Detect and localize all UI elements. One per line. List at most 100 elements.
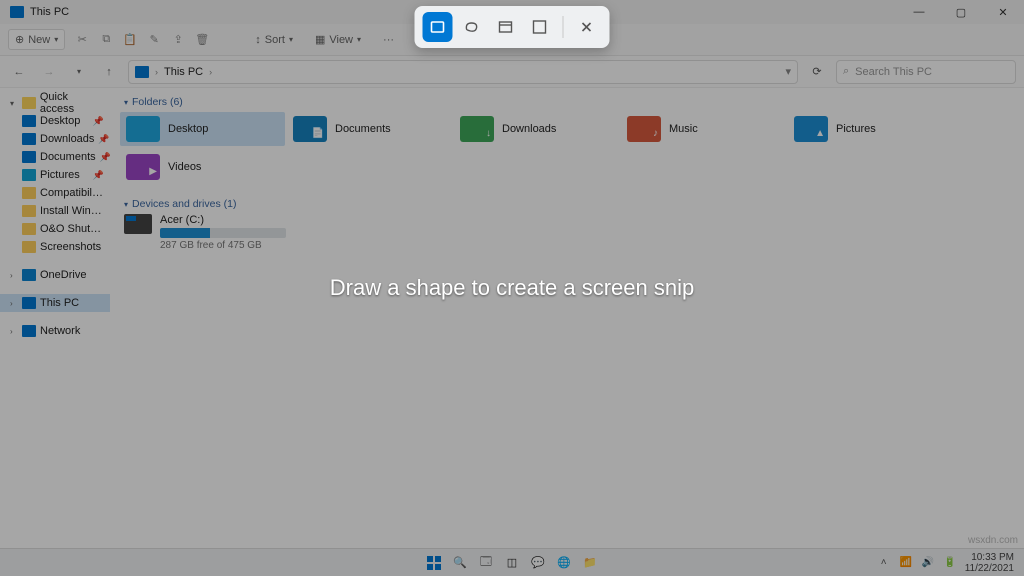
close-button[interactable]: ✕ xyxy=(982,0,1024,24)
volume-icon[interactable]: 🔊 xyxy=(921,556,935,570)
breadcrumb[interactable]: This PC xyxy=(164,66,203,78)
drive-freespace: 287 GB free of 475 GB xyxy=(160,240,286,251)
sidebar-item-documents[interactable]: Documents 📌 xyxy=(0,148,110,166)
videos-folder-icon: ▶ xyxy=(126,154,160,180)
sidebar-item-screenshots[interactable]: Screenshots xyxy=(0,238,110,256)
sidebar-network[interactable]: › Network xyxy=(0,322,110,340)
start-button[interactable] xyxy=(425,554,443,572)
snip-close-button[interactable] xyxy=(572,12,602,42)
widgets-button[interactable]: ◫ xyxy=(503,554,521,572)
documents-icon xyxy=(22,151,36,163)
chat-button[interactable]: 💬 xyxy=(529,554,547,572)
search-icon: ⌕ xyxy=(843,65,849,78)
folder-downloads[interactable]: ↓ Downloads xyxy=(454,112,619,146)
task-view-button[interactable]: 🗔 xyxy=(477,554,495,572)
sidebar-item-desktop[interactable]: Desktop 📌 xyxy=(0,112,110,130)
taskbar: 🔍 🗔 ◫ 💬 🌐 📁 ˄ 📶 🔊 🔋 10:33 PM 11/22/2021 xyxy=(0,548,1024,576)
copy-icon[interactable]: ⧉ xyxy=(99,33,113,47)
sidebar-item-label: O&O Shutup Review xyxy=(40,223,104,235)
chevron-down-icon: ▾ xyxy=(289,35,293,44)
snip-mode-rectangular[interactable] xyxy=(423,12,453,42)
date-label: 11/22/2021 xyxy=(965,563,1014,574)
drive-c[interactable]: Acer (C:) 287 GB free of 475 GB xyxy=(120,214,1014,251)
snip-toolbar xyxy=(415,6,610,48)
pin-icon: 📌 xyxy=(93,170,104,181)
folder-icon xyxy=(22,241,36,253)
folders-section-header[interactable]: ▾ Folders (6) xyxy=(120,94,1014,112)
snip-mode-fullscreen[interactable] xyxy=(525,12,555,42)
view-button[interactable]: ▦ View ▾ xyxy=(309,30,367,49)
clock[interactable]: 10:33 PM 11/22/2021 xyxy=(965,552,1014,574)
sidebar-item-install[interactable]: Install Windows 11 xyxy=(0,202,110,220)
pictures-icon xyxy=(22,169,36,181)
sidebar-item-compat[interactable]: Compatibility Mods xyxy=(0,184,110,202)
content-area: ▾ Folders (6) Desktop 📄 Documents ↓ Down… xyxy=(110,88,1024,556)
time-label: 10:33 PM xyxy=(965,552,1014,563)
desktop-icon xyxy=(22,115,36,127)
plus-icon: ⊕ xyxy=(15,33,24,46)
forward-button[interactable]: → xyxy=(38,61,60,83)
battery-icon[interactable]: 🔋 xyxy=(943,556,957,570)
folder-label: Pictures xyxy=(836,123,876,135)
music-folder-icon: ♪ xyxy=(627,116,661,142)
paste-icon[interactable]: 📋 xyxy=(123,33,137,47)
drive-usage-bar xyxy=(160,228,286,238)
window-title: This PC xyxy=(30,6,69,18)
folder-label: Music xyxy=(669,123,698,135)
address-dropdown[interactable]: ▾ xyxy=(785,65,791,78)
chrome-icon[interactable]: 🌐 xyxy=(555,554,573,572)
sidebar-item-label: Downloads xyxy=(40,133,94,145)
folder-icon xyxy=(22,187,36,199)
drives-section-header[interactable]: ▾ Devices and drives (1) xyxy=(120,196,1014,214)
sidebar-quick-access[interactable]: ▾ Quick access xyxy=(0,94,110,112)
new-button[interactable]: ⊕ New ▾ xyxy=(8,29,65,50)
snip-mode-window[interactable] xyxy=(491,12,521,42)
search-button[interactable]: 🔍 xyxy=(451,554,469,572)
delete-icon[interactable]: 🗑 xyxy=(195,33,209,47)
rename-icon[interactable]: ✎ xyxy=(147,33,161,47)
sidebar-item-shutup[interactable]: O&O Shutup Review xyxy=(0,220,110,238)
new-label: New xyxy=(28,34,50,46)
folder-desktop[interactable]: Desktop xyxy=(120,112,285,146)
sidebar-item-label: Desktop xyxy=(40,115,80,127)
cut-icon[interactable]: ✂ xyxy=(75,33,89,47)
address-bar[interactable]: › This PC › ▾ xyxy=(128,60,798,84)
tray-chevron-icon[interactable]: ˄ xyxy=(877,556,891,570)
sidebar-item-label: Install Windows 11 xyxy=(40,205,104,217)
wifi-icon[interactable]: 📶 xyxy=(899,556,913,570)
folder-music[interactable]: ♪ Music xyxy=(621,112,786,146)
folder-videos[interactable]: ▶ Videos xyxy=(120,150,285,184)
share-icon[interactable]: ⇪ xyxy=(171,33,185,47)
maximize-button[interactable]: ▢ xyxy=(940,0,982,24)
folder-icon xyxy=(22,223,36,235)
chevron-down-icon: ▾ xyxy=(124,98,128,107)
thispc-icon xyxy=(135,66,149,78)
sort-label: Sort xyxy=(265,34,285,46)
folder-documents[interactable]: 📄 Documents xyxy=(287,112,452,146)
sidebar-thispc[interactable]: › This PC xyxy=(0,294,110,312)
view-icon: ▦ xyxy=(315,33,325,46)
sort-button[interactable]: ↕ Sort ▾ xyxy=(249,31,299,49)
chevron-down-icon: ▾ xyxy=(357,35,361,44)
thispc-label: This PC xyxy=(40,297,79,309)
sidebar-item-downloads[interactable]: Downloads 📌 xyxy=(0,130,110,148)
chevron-down-icon: ▾ xyxy=(10,99,18,108)
folder-label: Videos xyxy=(168,161,201,173)
snip-mode-freeform[interactable] xyxy=(457,12,487,42)
minimize-button[interactable]: — xyxy=(898,0,940,24)
refresh-button[interactable]: ⟳ xyxy=(806,61,828,83)
folder-pictures[interactable]: ▲ Pictures xyxy=(788,112,953,146)
documents-folder-icon: 📄 xyxy=(293,116,327,142)
back-button[interactable]: ← xyxy=(8,61,30,83)
more-button[interactable]: ··· xyxy=(377,31,400,49)
sidebar-item-pictures[interactable]: Pictures 📌 xyxy=(0,166,110,184)
sidebar: ▾ Quick access Desktop 📌 Downloads 📌 Doc xyxy=(0,88,110,556)
cloud-icon xyxy=(22,269,36,281)
chevron-right-icon: › xyxy=(155,67,158,77)
up-button[interactable]: ↑ xyxy=(98,61,120,83)
sidebar-onedrive[interactable]: › OneDrive xyxy=(0,266,110,284)
explorer-taskbar-icon[interactable]: 📁 xyxy=(581,554,599,572)
recent-button[interactable]: ▾ xyxy=(68,61,90,83)
search-input[interactable]: ⌕ Search This PC xyxy=(836,60,1016,84)
drive-name: Acer (C:) xyxy=(160,214,286,226)
